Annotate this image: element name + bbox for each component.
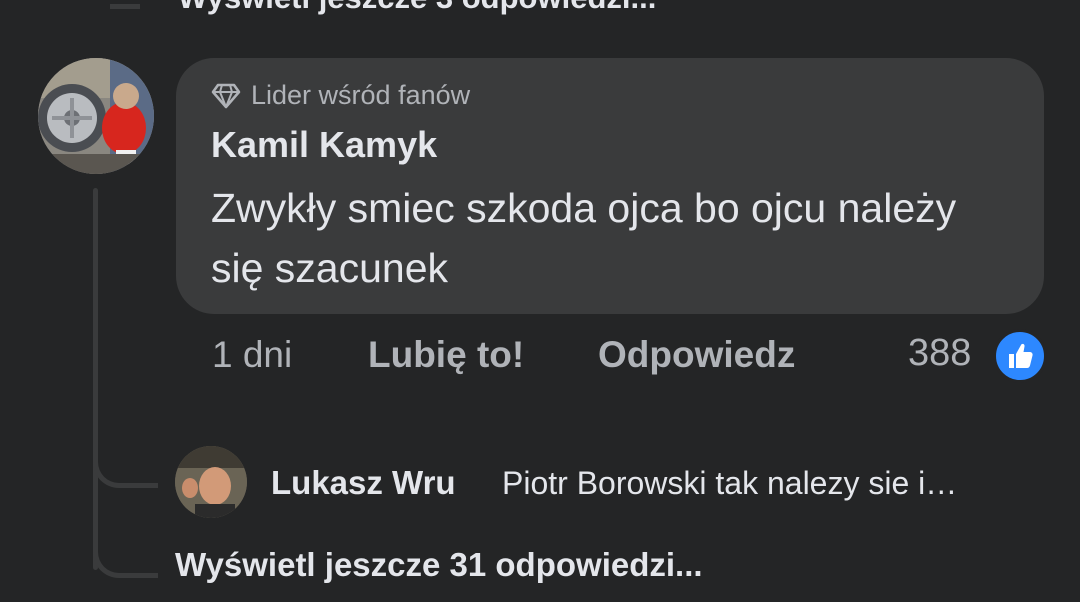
view-more-replies-top-link[interactable]: Wyświetl jeszcze 3 odpowiedzi...	[178, 0, 656, 16]
commenter-avatar[interactable]	[38, 58, 154, 174]
like-button[interactable]: Lubię to!	[368, 334, 524, 376]
comment-author[interactable]: Kamil Kamyk	[211, 124, 437, 166]
reply-avatar[interactable]	[175, 446, 247, 518]
badge-label: Lider wśród fanów	[251, 80, 471, 110]
thread-branch-more	[93, 545, 158, 578]
comment-timestamp[interactable]: 1 dni	[212, 334, 292, 376]
thread-line	[93, 188, 98, 570]
reaction-count[interactable]: 388	[908, 332, 971, 375]
view-more-replies-link[interactable]: Wyświetl jeszcze 31 odpowiedzi...	[175, 546, 703, 584]
top-fan-badge[interactable]: Lider wśród fanów	[211, 80, 470, 111]
diamond-icon	[211, 83, 241, 108]
comment-text: Zwykły smiec szkoda ojca bo ojcu należy …	[211, 185, 957, 291]
thread-line-top	[110, 0, 140, 9]
thumbs-up-icon[interactable]	[993, 329, 1047, 383]
reply-button[interactable]: Odpowiedz	[598, 334, 795, 376]
thread-branch-reply	[93, 455, 158, 488]
comment-bubble: Lider wśród fanów Kamil Kamyk Zwykły smi…	[176, 58, 1044, 314]
reply-text[interactable]: Piotr Borowski tak nalezy sie i…	[502, 465, 957, 502]
reply-author[interactable]: Lukasz Wru	[271, 464, 456, 502]
